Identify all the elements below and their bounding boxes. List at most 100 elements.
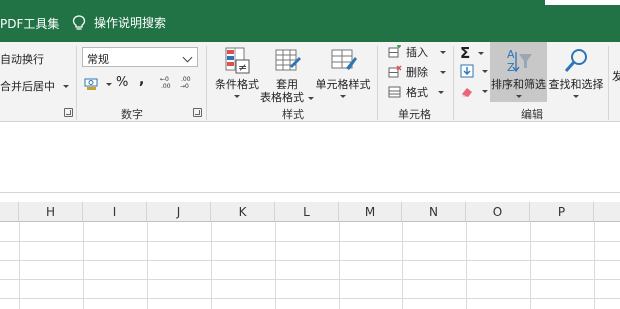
chevron-down-icon xyxy=(440,70,446,74)
decrease-decimal-icon: .00 →0 xyxy=(180,76,191,89)
formula-bar-area xyxy=(0,122,620,193)
merge-center-label: 合并后居中 xyxy=(0,80,55,93)
format-as-table-icon xyxy=(275,49,301,71)
group-divider xyxy=(377,46,378,120)
svg-text:A: A xyxy=(507,48,515,61)
svg-text:≠: ≠ xyxy=(238,61,247,74)
chevron-down-icon xyxy=(438,90,444,94)
grid-line xyxy=(0,241,620,242)
insert-cells-button[interactable]: 插入 xyxy=(388,44,446,60)
delete-cells-icon xyxy=(388,65,402,78)
number-format-select[interactable]: 常规 xyxy=(82,47,198,67)
chevron-down-icon xyxy=(515,95,522,98)
chevron-down-icon xyxy=(234,95,240,98)
grid-line xyxy=(0,298,620,299)
chevron-down-icon xyxy=(440,50,446,54)
format-as-table-button[interactable]: 套用 表格格式 xyxy=(260,42,314,104)
insert-label: 插入 xyxy=(406,46,428,59)
column-header-n[interactable]: N xyxy=(402,202,466,222)
column-header-partial[interactable] xyxy=(594,202,620,222)
column-header-m[interactable]: M xyxy=(339,202,402,222)
accounting-format-button[interactable] xyxy=(84,77,112,91)
sigma-icon: Σ xyxy=(460,44,471,62)
next-group-partial: 发 xyxy=(612,70,620,83)
column-header-p[interactable]: P xyxy=(530,202,594,222)
delete-cells-button[interactable]: 删除 xyxy=(388,64,446,80)
conditional-formatting-button[interactable]: ≠ 条件格式 xyxy=(212,42,262,98)
ribbon: 自动换行 合并后居中 常规 % , ←0 .00 .00 →0 数字 ≠ 条件格… xyxy=(0,42,620,122)
wrap-text-label: 自动换行 xyxy=(0,53,44,66)
sort-filter-button[interactable]: A Z 排序和筛选 xyxy=(490,42,547,102)
grid-line xyxy=(19,222,20,309)
sort-filter-icon: A Z xyxy=(507,48,532,74)
group-divider xyxy=(206,46,207,120)
eraser-icon xyxy=(462,88,472,97)
sheet-top-border xyxy=(0,192,620,202)
window-control-area xyxy=(545,0,620,5)
delete-label: 删除 xyxy=(406,66,428,79)
grid-line xyxy=(83,222,84,309)
currency-icon xyxy=(84,78,98,90)
column-header-o[interactable]: O xyxy=(466,202,530,222)
find-select-label: 查找和选择 xyxy=(548,78,604,91)
clear-button[interactable] xyxy=(460,84,488,98)
styles-group-label: 样式 xyxy=(282,108,304,121)
fill-button[interactable] xyxy=(460,64,488,78)
grid-line xyxy=(530,222,531,309)
format-label: 格式 xyxy=(406,86,428,99)
percent-style-button[interactable]: % xyxy=(116,75,128,90)
format-as-table-label-2: 表格格式 xyxy=(260,91,314,104)
grid-line xyxy=(211,222,212,309)
chevron-down-icon xyxy=(482,69,488,73)
column-header-partial[interactable] xyxy=(0,202,19,222)
wrap-text-button[interactable]: 自动换行 xyxy=(0,51,44,67)
tab-pdf-tools[interactable]: PDF工具集 xyxy=(0,15,59,32)
chevron-down-icon xyxy=(482,89,488,93)
tell-me-search[interactable]: 操作说明搜索 xyxy=(72,14,166,31)
chevron-down-icon xyxy=(478,51,485,55)
svg-text:←0: ←0 xyxy=(160,76,169,83)
column-header-j[interactable]: J xyxy=(147,202,211,222)
conditional-formatting-label: 条件格式 xyxy=(215,78,259,91)
lightbulb-icon xyxy=(72,14,86,30)
find-select-button[interactable]: 查找和选择 xyxy=(547,42,605,98)
sort-filter-label: 排序和筛选 xyxy=(491,78,546,91)
column-header-h[interactable]: H xyxy=(19,202,83,222)
format-cells-button[interactable]: 格式 xyxy=(388,84,444,100)
autosum-button[interactable]: Σ xyxy=(460,44,485,62)
svg-text:.00: .00 xyxy=(181,76,191,83)
merge-center-button[interactable]: 合并后居中 xyxy=(0,78,69,94)
alignment-launcher-icon[interactable] xyxy=(64,108,73,117)
chevron-down-icon xyxy=(63,84,69,88)
svg-text:.00: .00 xyxy=(161,83,171,89)
tell-me-label: 操作说明搜索 xyxy=(94,16,167,30)
grid-line xyxy=(0,260,620,261)
number-launcher-icon[interactable] xyxy=(193,108,202,117)
cell-styles-icon xyxy=(331,49,357,70)
chevron-down-icon xyxy=(340,95,346,98)
number-format-value: 常规 xyxy=(87,53,109,66)
group-divider xyxy=(608,46,609,120)
chevron-down-icon xyxy=(106,82,112,86)
column-header-k[interactable]: K xyxy=(211,202,275,222)
cells-group-label: 单元格 xyxy=(398,108,431,121)
grid-line xyxy=(0,279,620,280)
cell-styles-label: 单元格样式 xyxy=(315,78,371,91)
column-header-i[interactable]: I xyxy=(83,202,147,222)
grid-line xyxy=(402,222,403,309)
format-cells-icon xyxy=(388,86,401,98)
format-as-table-label-1: 套用 xyxy=(276,78,298,91)
column-header-l[interactable]: L xyxy=(275,202,339,222)
insert-cells-icon xyxy=(388,45,401,58)
number-group-label: 数字 xyxy=(121,108,143,121)
group-divider xyxy=(453,46,454,120)
fill-down-icon xyxy=(460,64,474,78)
increase-decimal-icon: ←0 .00 xyxy=(160,76,171,89)
cell-styles-button[interactable]: 单元格样式 xyxy=(314,42,372,98)
title-tab-bar: PDF工具集 操作说明搜索 xyxy=(0,0,620,42)
increase-decimal-button[interactable]: ←0 .00 xyxy=(160,75,174,89)
grid-line xyxy=(466,222,467,309)
comma-style-button[interactable]: , xyxy=(139,72,144,88)
cell-grid[interactable] xyxy=(0,222,620,309)
decrease-decimal-button[interactable]: .00 →0 xyxy=(180,75,194,89)
